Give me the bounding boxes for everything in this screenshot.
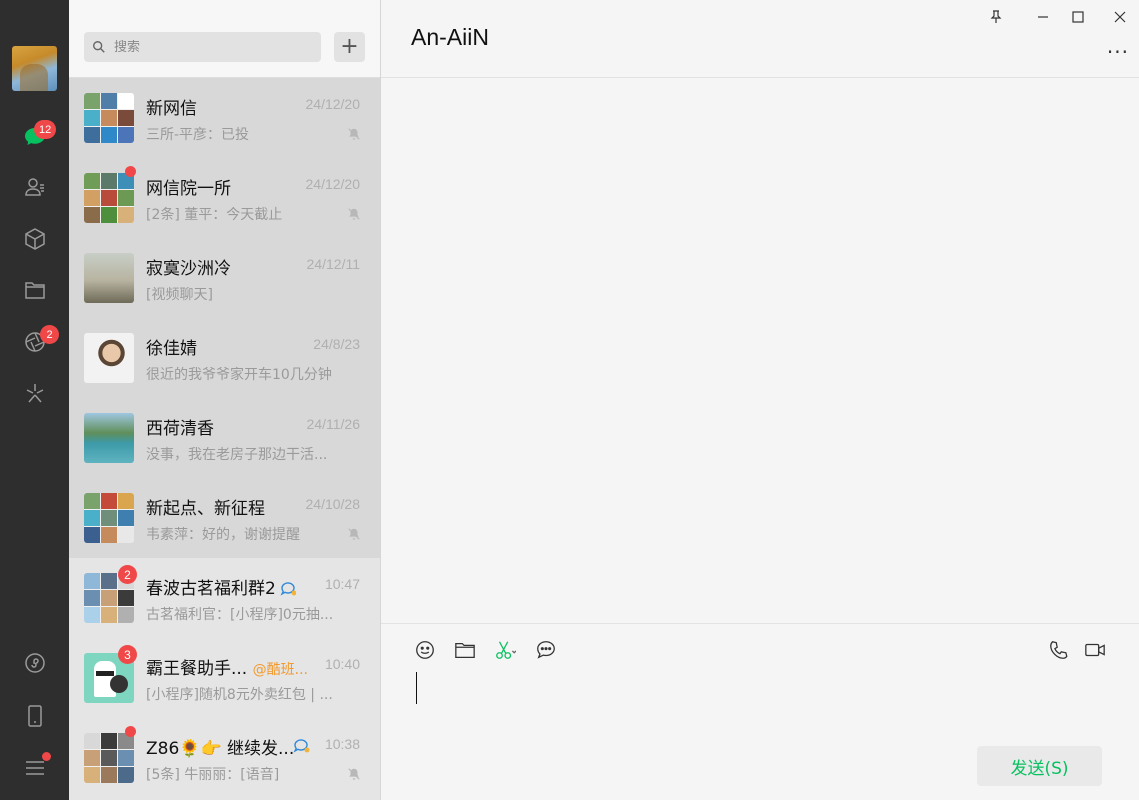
files-nav-icon[interactable] — [22, 277, 48, 303]
mute-icon — [348, 768, 360, 780]
video-call-icon[interactable] — [1083, 638, 1107, 662]
chat-preview: [2条] 董平：今天截止 — [146, 207, 283, 223]
chat-name: 新网信 — [146, 99, 197, 119]
chat-time: 24/12/11 — [306, 256, 360, 272]
screenshot-icon[interactable] — [493, 638, 517, 662]
message-input[interactable] — [411, 668, 1111, 738]
minimize-icon[interactable] — [1032, 6, 1054, 28]
group-avatar — [84, 93, 134, 143]
plus-icon: + — [340, 34, 359, 59]
contact-avatar — [84, 413, 134, 463]
add-button[interactable]: + — [334, 32, 365, 62]
chat-name-text: 霸王餐助手... — [146, 659, 248, 679]
contact-avatar — [84, 333, 134, 383]
mute-icon — [348, 208, 360, 220]
chat-list: + 新网信 24/12/20 三所-平彦：已投 网信院一所 24/12/20 — [69, 0, 381, 800]
toolbar-divider — [381, 623, 1139, 624]
chat-item[interactable]: 2 春波古茗福利群2 10:47 古茗福利官：[小程序]0元抽... — [69, 558, 380, 638]
pin-icon[interactable] — [985, 6, 1007, 28]
chat-preview: 三所-平彦：已投 — [146, 127, 250, 143]
chat-item[interactable]: 新起点、新征程 24/10/28 韦素萍：好的，谢谢提醒 — [69, 478, 380, 558]
chat-preview: [小程序]随机8元外卖红包 | ... — [146, 687, 333, 703]
discover-nav-icon[interactable] — [22, 380, 48, 406]
contact-avatar — [84, 253, 134, 303]
unread-dot — [125, 726, 136, 737]
chat-title: An-AiiN — [411, 24, 489, 50]
chat-name: 徐佳婧 — [146, 339, 197, 359]
more-options-icon[interactable]: ··· — [1107, 40, 1129, 64]
wechat-window: 12 2 搜索 + 新网信 24/12/20 三所-平彦：已投 网信院一所 24… — [0, 0, 1139, 800]
chat-preview: 很近的我爷爷家开车10几分钟 — [146, 367, 332, 383]
chat-time: 10:47 — [324, 576, 360, 592]
send-button[interactable]: 发送(S) — [977, 746, 1102, 786]
chat-item[interactable]: 寂寞沙洲冷 24/12/11 [视频聊天] — [69, 238, 380, 318]
chat-time: 10:38 — [324, 736, 360, 752]
unread-dot — [125, 166, 136, 177]
chat-time: 24/12/20 — [305, 176, 361, 192]
chat-name: 网信院一所 — [146, 179, 231, 199]
chat-time: 24/8/23 — [313, 336, 360, 352]
mute-icon — [348, 128, 360, 140]
unread-badge: 2 — [118, 565, 137, 584]
group-avatar — [84, 733, 134, 783]
left-nav: 12 2 — [0, 0, 69, 800]
group-avatar — [84, 173, 134, 223]
chat-preview: 没事，我在老房子那边干活... — [146, 447, 328, 463]
chat-unread-badge: 12 — [34, 120, 57, 139]
chat-preview: [5条] 牛丽丽：[语音] — [146, 767, 280, 783]
chat-item[interactable]: 3 霸王餐助手... @酷班... 10:40 [小程序]随机8元外卖红包 | … — [69, 638, 380, 718]
chat-header: An-AiiN ··· — [381, 0, 1139, 78]
search-box[interactable] — [84, 32, 321, 62]
chat-panel: An-AiiN ··· 发送(S) — [381, 0, 1139, 800]
chat-item[interactable]: Z86🌻👉 继续发... 10:38 [5条] 牛丽丽：[语音] — [69, 718, 380, 798]
chat-item[interactable]: 徐佳婧 24/8/23 很近的我爷爷家开车10几分钟 — [69, 318, 380, 398]
group-avatar — [84, 493, 134, 543]
phone-icon[interactable] — [22, 703, 48, 729]
chat-name: 春波古茗福利群2 — [146, 574, 296, 599]
chat-time: 24/11/26 — [306, 416, 360, 432]
search-icon — [93, 41, 105, 53]
moments-badge: 2 — [40, 325, 59, 344]
mention-tag: @酷班... — [252, 662, 308, 678]
favorites-nav-icon[interactable] — [22, 226, 48, 252]
chat-name-text: 春波古茗福利群2 — [146, 579, 276, 599]
chat-time: 24/10/28 — [305, 496, 361, 512]
chat-name-text: Z86🌻👉 继续发... — [146, 739, 295, 759]
menu-dot — [42, 752, 51, 761]
chat-name: 寂寞沙洲冷 — [146, 259, 231, 279]
group-bubble-icon — [280, 582, 296, 596]
group-bubble-icon — [293, 739, 310, 753]
chat-time: 24/12/20 — [305, 96, 361, 112]
mute-icon — [348, 528, 360, 540]
chat-history-icon[interactable] — [534, 638, 558, 662]
chat-name: 西荷清香 — [146, 419, 214, 439]
chat-name: 新起点、新征程 — [146, 499, 265, 519]
chat-item[interactable]: 网信院一所 24/12/20 [2条] 董平：今天截止 — [69, 158, 380, 238]
chat-preview: 古茗福利官：[小程序]0元抽... — [146, 607, 334, 623]
maximize-icon[interactable] — [1067, 6, 1089, 28]
search-bar: + — [69, 0, 380, 78]
chat-name: 霸王餐助手... @酷班... — [146, 654, 308, 679]
contacts-nav-icon[interactable] — [22, 174, 48, 200]
chat-preview: 韦素萍：好的，谢谢提醒 — [146, 527, 300, 543]
mini-program-icon[interactable] — [22, 650, 48, 676]
unread-badge: 3 — [118, 645, 137, 664]
file-icon[interactable] — [453, 638, 477, 662]
chat-name: Z86🌻👉 继续发... — [146, 734, 294, 759]
chat-item[interactable]: 新网信 24/12/20 三所-平彦：已投 — [69, 78, 380, 158]
search-input[interactable] — [114, 39, 304, 55]
voice-call-icon[interactable] — [1047, 638, 1071, 662]
avatar[interactable] — [12, 46, 57, 91]
chat-preview: [视频聊天] — [146, 287, 213, 303]
chat-item[interactable]: 西荷清香 24/11/26 没事，我在老房子那边干活... — [69, 398, 380, 478]
chat-time: 10:40 — [324, 656, 360, 672]
emoji-icon[interactable] — [413, 638, 437, 662]
close-icon[interactable] — [1109, 6, 1131, 28]
